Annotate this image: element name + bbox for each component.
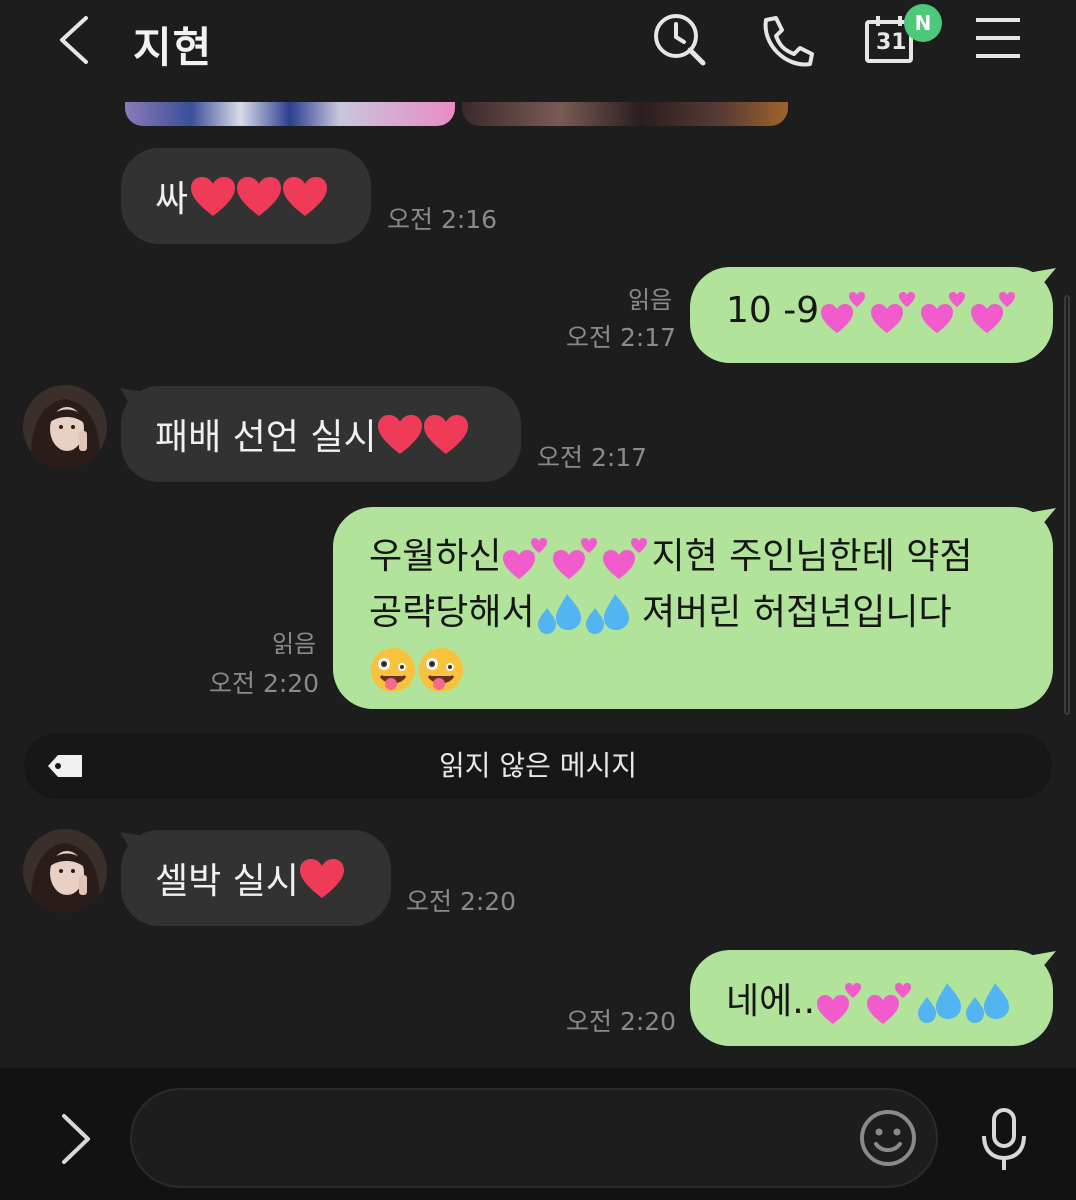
message-text: 10 -9 xyxy=(726,290,820,331)
message-bubble-outgoing[interactable]: 네에.. xyxy=(690,950,1053,1046)
photo-thumbnail[interactable] xyxy=(125,102,455,126)
pink-heart-emoji-row xyxy=(815,981,915,1024)
message-text: 네에.. xyxy=(726,981,816,1022)
chat-title: 지현 xyxy=(133,23,213,72)
expand-icon[interactable] xyxy=(58,1112,94,1166)
mic-icon[interactable] xyxy=(978,1106,1030,1172)
avatar-photo xyxy=(23,829,107,913)
read-receipt: 읽음 xyxy=(628,286,673,314)
message-time: 오전 2:17 xyxy=(566,323,677,352)
avatar-photo xyxy=(23,385,107,469)
message-bubble-incoming[interactable]: 싸 xyxy=(121,148,371,244)
new-badge: N xyxy=(904,4,942,42)
avatar[interactable] xyxy=(23,385,107,469)
message-time: 오전 2:17 xyxy=(537,443,648,472)
sweat-droplets-emoji-row xyxy=(915,981,1011,1023)
calendar-day: 31 xyxy=(876,30,907,55)
pink-heart-emoji-row xyxy=(501,536,651,579)
scrollbar[interactable] xyxy=(1064,295,1070,715)
message-text: 공략당해서 xyxy=(369,592,535,633)
read-receipt: 읽음 xyxy=(272,630,317,658)
message-text: 우월하신 xyxy=(369,536,502,577)
message-time: 오전 2:20 xyxy=(566,1007,677,1036)
avatar[interactable] xyxy=(23,829,107,913)
pink-heart-emoji-row xyxy=(819,290,1019,333)
message-bubble-incoming[interactable]: 셀박 실시 xyxy=(121,830,391,926)
emoji-icon[interactable] xyxy=(858,1108,918,1168)
sweat-droplets-emoji-row xyxy=(535,592,631,634)
photo-thumbnail[interactable] xyxy=(462,102,788,126)
red-heart-emoji-row xyxy=(377,413,469,456)
menu-icon[interactable] xyxy=(972,14,1024,62)
message-bubble-incoming[interactable]: 패배 선언 실시 xyxy=(121,386,521,482)
message-text: 싸 xyxy=(155,179,189,220)
message-line: 공략당해서 져버린 허접년입니다 xyxy=(369,585,1033,641)
unread-divider: 읽지 않은 메시지 xyxy=(24,733,1052,799)
message-time: 오전 2:16 xyxy=(387,205,498,234)
message-bubble-outgoing[interactable]: 우월하신 지현 주인님한테 약점 공략당해서 져버린 허접년입니다 xyxy=(333,507,1053,709)
red-heart-emoji-row xyxy=(190,175,328,218)
red-heart-emoji-row xyxy=(299,857,345,900)
message-text: 패배 선언 실시 xyxy=(155,417,377,458)
message-time: 오전 2:20 xyxy=(406,887,517,916)
phone-icon[interactable] xyxy=(756,12,816,72)
message-line: 우월하신 지현 주인님한테 약점 xyxy=(369,529,1033,585)
unread-divider-label: 읽지 않은 메시지 xyxy=(438,749,638,782)
message-text: 져버린 허접년입니다 xyxy=(630,592,952,633)
message-text: 셀박 실시 xyxy=(155,861,299,902)
message-time: 오전 2:20 xyxy=(209,669,320,698)
message-text: 지현 주인님한테 약점 xyxy=(651,536,973,577)
message-input[interactable] xyxy=(130,1088,938,1188)
search-icon[interactable] xyxy=(650,10,710,70)
back-icon[interactable] xyxy=(52,14,102,66)
zany-face-emoji-row xyxy=(369,641,1033,697)
message-bubble-outgoing[interactable]: 10 -9 xyxy=(690,267,1053,363)
